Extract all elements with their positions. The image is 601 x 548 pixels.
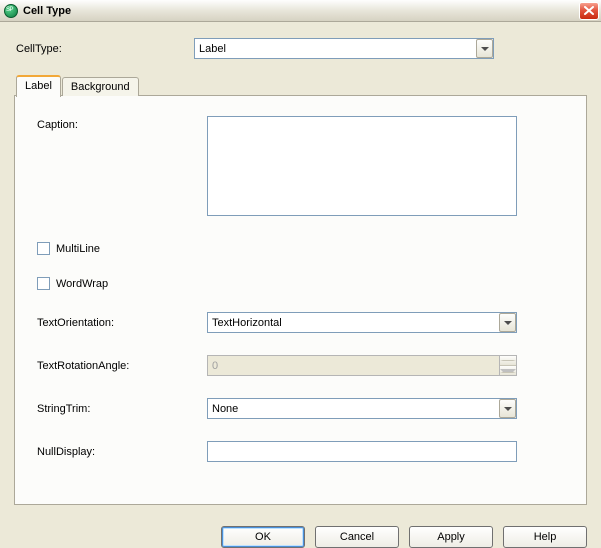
wordwrap-checkbox[interactable] <box>37 277 50 290</box>
tab-label[interactable]: Label <box>16 75 61 97</box>
help-button[interactable]: Help <box>503 526 587 548</box>
close-icon <box>584 6 594 15</box>
textrotationangle-spinner <box>207 355 517 376</box>
tab-panel: Caption: MultiLine WordWrap TextOrientat… <box>14 95 587 505</box>
app-icon <box>4 4 18 18</box>
spin-up-button <box>500 356 516 366</box>
textorientation-label: TextOrientation: <box>37 317 207 329</box>
stringtrim-select[interactable] <box>207 398 517 419</box>
stringtrim-label: StringTrim: <box>37 403 207 415</box>
wordwrap-label: WordWrap <box>56 278 108 290</box>
window-title: Cell Type <box>23 5 71 17</box>
celltype-row: CellType: <box>14 38 587 59</box>
celltype-select-wrap[interactable] <box>194 38 494 59</box>
stringtrim-row: StringTrim: <box>37 398 564 419</box>
multiline-checkbox[interactable] <box>37 242 50 255</box>
spin-down-button <box>500 366 516 375</box>
caption-input[interactable] <box>207 116 517 216</box>
stringtrim-select-wrap[interactable] <box>207 398 517 419</box>
celltype-select[interactable] <box>194 38 494 59</box>
titlebar: Cell Type <box>0 0 601 22</box>
caption-row: Caption: <box>37 116 564 216</box>
chevron-up-icon <box>500 360 516 361</box>
caption-label: Caption: <box>37 116 207 131</box>
textrotationangle-row: TextRotationAngle: <box>37 355 564 376</box>
spinner-buttons <box>500 355 517 376</box>
tab-background[interactable]: Background <box>62 77 139 96</box>
textrotationangle-input <box>207 355 500 376</box>
textorientation-select[interactable] <box>207 312 517 333</box>
nulldisplay-label: NullDisplay: <box>37 446 207 458</box>
nulldisplay-input[interactable] <box>207 441 517 462</box>
apply-button[interactable]: Apply <box>409 526 493 548</box>
cancel-button[interactable]: Cancel <box>315 526 399 548</box>
close-button[interactable] <box>579 2 599 20</box>
nulldisplay-row: NullDisplay: <box>37 441 564 462</box>
ok-button[interactable]: OK <box>221 526 305 548</box>
textorientation-select-wrap[interactable] <box>207 312 517 333</box>
celltype-label: CellType: <box>14 43 194 55</box>
tab-strip: Label Background <box>16 75 587 96</box>
textrotationangle-label: TextRotationAngle: <box>37 360 207 372</box>
chevron-down-icon <box>500 369 516 373</box>
multiline-label: MultiLine <box>56 243 100 255</box>
textorientation-row: TextOrientation: <box>37 312 564 333</box>
multiline-row: MultiLine <box>37 242 564 255</box>
button-bar: OK Cancel Apply Help <box>0 516 601 548</box>
wordwrap-row: WordWrap <box>37 277 564 290</box>
